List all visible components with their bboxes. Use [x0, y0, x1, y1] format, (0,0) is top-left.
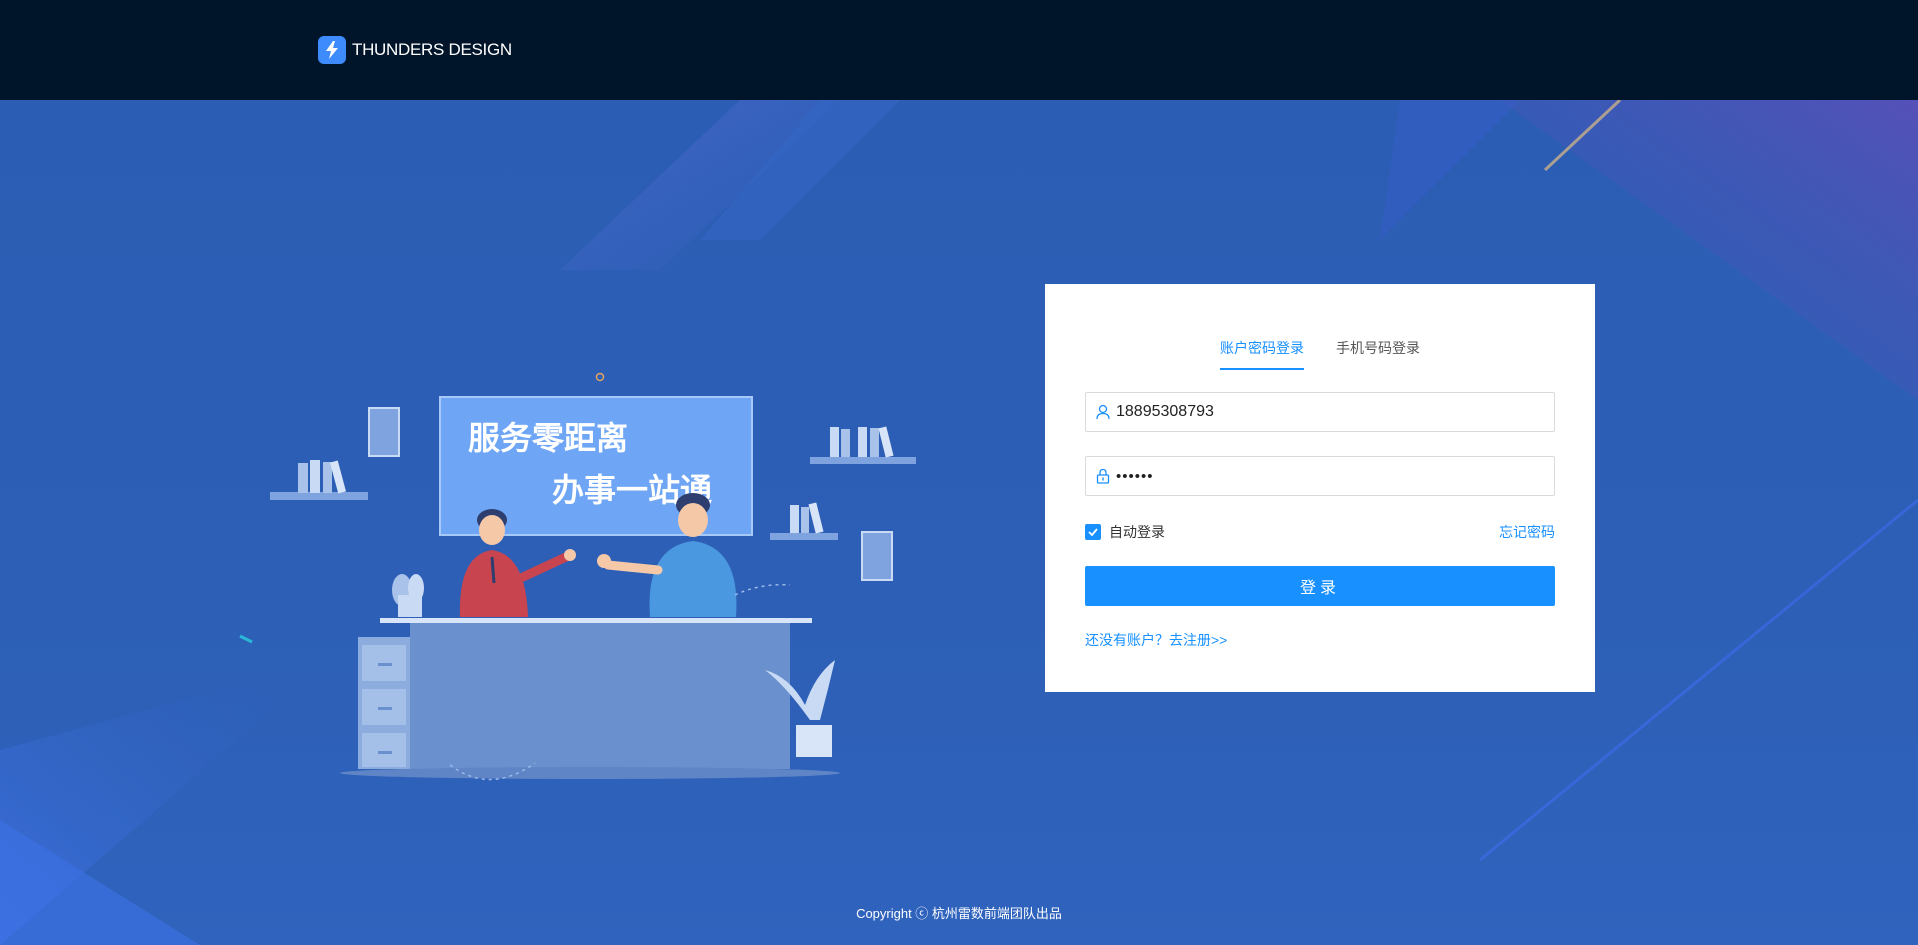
register-link[interactable]: 还没有账户？去注册>> — [1085, 630, 1227, 650]
password-field[interactable] — [1085, 456, 1555, 496]
brand[interactable]: THUNDERS DESIGN — [318, 36, 512, 64]
lock-icon — [1096, 468, 1110, 484]
login-button[interactable]: 登录 — [1085, 566, 1555, 606]
password-input[interactable] — [1116, 467, 1536, 485]
banner-line1: 服务零距离 — [468, 419, 628, 457]
auto-login-option[interactable]: 自动登录 — [1085, 522, 1165, 542]
user-icon — [1096, 404, 1110, 420]
lightning-bolt-icon — [318, 36, 346, 64]
username-input[interactable] — [1116, 403, 1536, 421]
auto-login-label: 自动登录 — [1109, 524, 1165, 540]
login-card: 账户密码登录 手机号码登录 18895308793 •••••• 自动登录 忘记… — [1045, 284, 1595, 692]
check-icon — [1088, 528, 1098, 536]
hero-background: 服务零距离 办事一站通 账户密码登录 手机号码登录 18895308793 ••… — [0, 100, 1918, 945]
tab-account-password[interactable]: 账户密码登录 — [1220, 338, 1304, 370]
login-tabs: 账户密码登录 手机号码登录 — [1045, 338, 1595, 370]
copyright-footer: Copyright ⓒ 杭州雷数前端团队出品 — [856, 906, 1062, 921]
login-options: 自动登录 忘记密码 — [1085, 522, 1555, 542]
service-illustration: 服务零距离 办事一站通 — [239, 372, 916, 781]
username-field[interactable] — [1085, 392, 1555, 432]
top-header: THUNDERS DESIGN — [0, 0, 1918, 100]
tab-phone[interactable]: 手机号码登录 — [1336, 338, 1420, 370]
auto-login-checkbox[interactable] — [1085, 524, 1101, 540]
forgot-password-link[interactable]: 忘记密码 — [1499, 522, 1555, 542]
brand-name: THUNDERS DESIGN — [352, 40, 512, 59]
